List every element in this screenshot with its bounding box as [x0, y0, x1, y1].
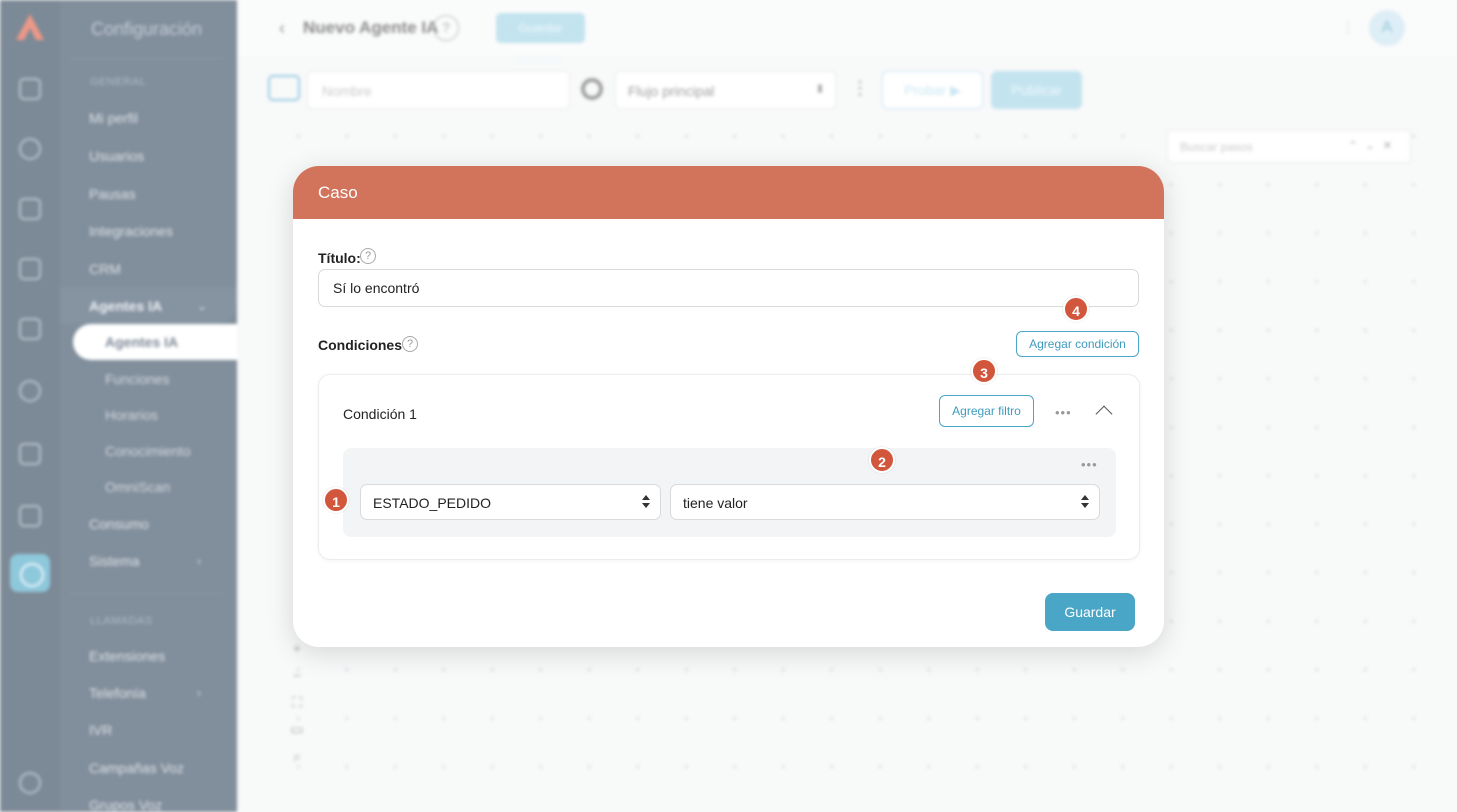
- step-badge-1: 1: [323, 487, 349, 513]
- add-filter-button[interactable]: Agregar filtro: [939, 395, 1034, 427]
- modal-title: Caso: [318, 183, 358, 202]
- step-badge-4: 4: [1063, 296, 1089, 322]
- field-select-value: ESTADO_PEDIDO: [373, 495, 491, 511]
- step-badge-2: 2: [869, 447, 895, 473]
- sort-updown-icon: [642, 495, 650, 509]
- title-field[interactable]: [318, 269, 1139, 307]
- title-label: Título:: [318, 250, 361, 266]
- sort-updown-icon: [1081, 495, 1089, 509]
- field-select[interactable]: ESTADO_PEDIDO: [360, 484, 661, 520]
- modal-header: Caso: [293, 166, 1164, 219]
- condition-title: Condición 1: [343, 406, 417, 422]
- help-icon[interactable]: ?: [360, 248, 376, 264]
- more-horizontal-icon[interactable]: •••: [1081, 457, 1098, 472]
- chevron-up-icon[interactable]: [1095, 405, 1113, 423]
- help-icon[interactable]: ?: [402, 336, 418, 352]
- operator-select-value: tiene valor: [683, 495, 748, 511]
- save-button[interactable]: Guardar: [1045, 593, 1135, 631]
- step-badge-3: 3: [971, 358, 997, 384]
- conditions-label: Condiciones: [318, 337, 403, 353]
- operator-select[interactable]: tiene valor: [670, 484, 1100, 520]
- filter-row: ••• ESTADO_PEDIDO tiene valor: [343, 448, 1116, 537]
- more-horizontal-icon[interactable]: •••: [1055, 405, 1072, 420]
- condition-card: Condición 1 Agregar filtro ••• ••• ESTAD…: [318, 374, 1140, 560]
- add-condition-button[interactable]: Agregar condición: [1016, 331, 1139, 357]
- case-modal: Caso Título: ? Condiciones ? Agregar con…: [293, 166, 1164, 647]
